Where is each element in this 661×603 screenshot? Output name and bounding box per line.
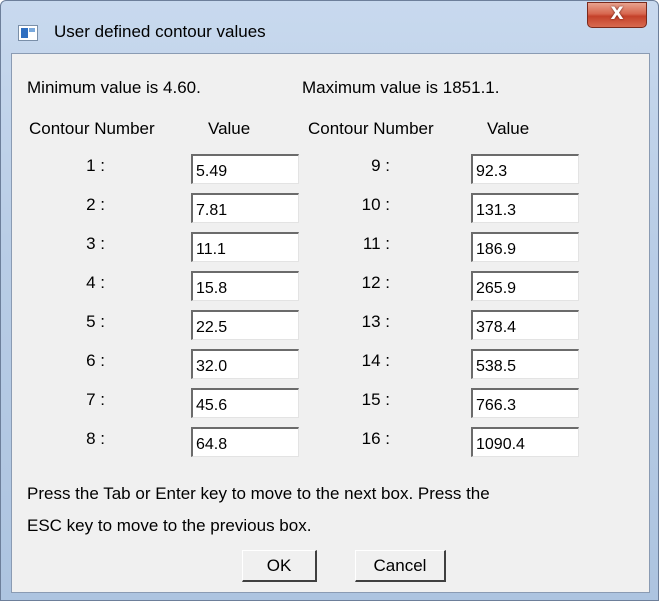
contour-number-label: 9 : bbox=[371, 156, 390, 175]
contour-number-label: 15 : bbox=[361, 390, 390, 409]
contour-value-input[interactable] bbox=[191, 349, 299, 379]
header-contour-number-left: Contour Number bbox=[29, 119, 155, 138]
header-value-left: Value bbox=[208, 119, 251, 138]
header-contour-number-right: Contour Number bbox=[308, 119, 434, 138]
maximum-value-text: Maximum value is 1851.1. bbox=[302, 78, 500, 97]
contour-value-input[interactable] bbox=[471, 349, 579, 379]
cancel-button[interactable]: Cancel bbox=[355, 550, 446, 582]
contour-number-label: 2 : bbox=[86, 195, 105, 214]
contour-value-input[interactable] bbox=[471, 310, 579, 340]
instruction-line-2: ESC key to move to the previous box. bbox=[27, 516, 312, 535]
contour-number-label: 4 : bbox=[86, 273, 105, 292]
contour-number-label: 1 : bbox=[86, 156, 105, 175]
contour-value-input[interactable] bbox=[471, 193, 579, 223]
contour-number-label: 8 : bbox=[86, 429, 105, 448]
contour-value-input[interactable] bbox=[471, 271, 579, 301]
contour-number-label: 16 : bbox=[361, 429, 390, 448]
contour-number-label: 7 : bbox=[86, 390, 105, 409]
close-button[interactable]: X bbox=[587, 2, 647, 28]
window-title: User defined contour values bbox=[54, 22, 266, 41]
minimum-value-text: Minimum value is 4.60. bbox=[27, 78, 201, 97]
contour-value-input[interactable] bbox=[191, 427, 299, 457]
contour-number-label: 6 : bbox=[86, 351, 105, 370]
contour-value-input[interactable] bbox=[191, 193, 299, 223]
contour-value-input[interactable] bbox=[191, 154, 299, 184]
ok-button[interactable]: OK bbox=[242, 550, 317, 582]
window-icon bbox=[18, 25, 38, 41]
instruction-line-1: Press the Tab or Enter key to move to th… bbox=[27, 484, 490, 503]
contour-value-input[interactable] bbox=[471, 388, 579, 418]
contour-number-label: 10 : bbox=[361, 195, 390, 214]
contour-value-input[interactable] bbox=[471, 154, 579, 184]
contour-number-label: 13 : bbox=[361, 312, 390, 331]
header-value-right: Value bbox=[487, 119, 530, 138]
contour-number-label: 14 : bbox=[361, 351, 390, 370]
contour-value-input[interactable] bbox=[191, 232, 299, 262]
contour-value-input[interactable] bbox=[191, 310, 299, 340]
close-icon: X bbox=[610, 4, 624, 24]
contour-number-label: 5 : bbox=[86, 312, 105, 331]
contour-number-label: 3 : bbox=[86, 234, 105, 253]
contour-number-label: 11 : bbox=[362, 234, 390, 253]
contour-number-label: 12 : bbox=[361, 273, 390, 292]
contour-value-input[interactable] bbox=[471, 427, 579, 457]
contour-value-input[interactable] bbox=[471, 232, 579, 262]
title-bar[interactable]: User defined contour values X bbox=[1, 1, 658, 53]
contour-value-input[interactable] bbox=[191, 271, 299, 301]
dialog-body: Minimum value is 4.60. Maximum value is … bbox=[11, 53, 650, 593]
contour-value-input[interactable] bbox=[191, 388, 299, 418]
dialog-window: User defined contour values X Minimum va… bbox=[0, 0, 659, 601]
